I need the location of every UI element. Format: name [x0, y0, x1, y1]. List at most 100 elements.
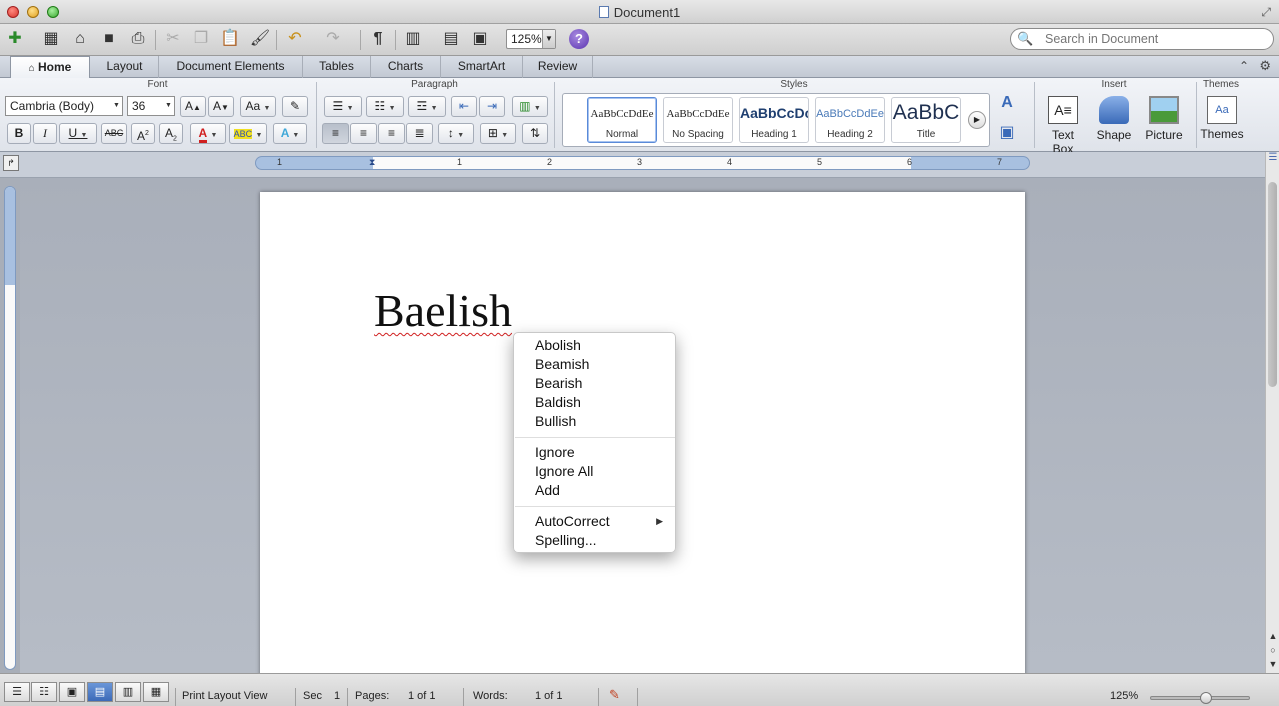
search-box[interactable]: 🔍: [1010, 28, 1274, 50]
print-layout-view-icon[interactable]: ▤: [87, 682, 113, 702]
collapse-ribbon-icon[interactable]: ⌃: [1239, 59, 1249, 73]
suggestion-baldish[interactable]: Baldish: [514, 393, 675, 412]
justify-button[interactable]: ≣: [406, 123, 433, 144]
show-formatting-icon[interactable]: ¶: [367, 28, 389, 50]
increase-indent-button[interactable]: ⇥: [479, 96, 505, 117]
highlight-button[interactable]: ABC ▼: [229, 123, 267, 144]
split-view-icon[interactable]: ☰: [1267, 152, 1279, 164]
add-menu-item[interactable]: Add: [514, 481, 675, 500]
zoom-slider[interactable]: [1150, 692, 1250, 704]
browse-object-icon[interactable]: ○: [1267, 644, 1279, 656]
tab-tables[interactable]: Tables: [303, 56, 371, 78]
save-icon[interactable]: ■: [98, 28, 120, 50]
columns-button[interactable]: ▥ ▼: [512, 96, 548, 117]
font-name-select[interactable]: Cambria (Body) ▼: [5, 96, 123, 116]
styles-pane-icon[interactable]: ▣: [996, 122, 1018, 144]
font-color-button[interactable]: A ▼: [190, 123, 226, 144]
publishing-view-icon[interactable]: ▣: [59, 682, 85, 702]
align-center-button[interactable]: ≡: [350, 123, 377, 144]
tab-smartart[interactable]: SmartArt: [441, 56, 523, 78]
tab-stop-selector[interactable]: ↱: [3, 155, 19, 171]
paste-icon[interactable]: 📋: [219, 28, 241, 50]
change-styles-icon[interactable]: A: [996, 92, 1018, 114]
style-no-spacing[interactable]: AaBbCcDdEe No Spacing: [663, 97, 733, 143]
undo-icon[interactable]: ↶: [284, 28, 306, 50]
text-effects-button[interactable]: A ▼: [273, 123, 307, 144]
redo-icon[interactable]: ↷: [322, 28, 344, 50]
templates-icon[interactable]: ▦: [40, 28, 62, 50]
format-painter-icon[interactable]: 🖌: [249, 28, 271, 50]
text-box-button[interactable]: A≡ Text Box: [1040, 96, 1086, 156]
align-left-button[interactable]: ≡: [322, 123, 349, 144]
tab-charts[interactable]: Charts: [371, 56, 441, 78]
vertical-ruler[interactable]: [4, 186, 16, 670]
open-icon[interactable]: ⌂: [69, 28, 91, 50]
zoom-slider-thumb[interactable]: [1200, 692, 1212, 704]
clear-formatting-button[interactable]: ✎: [282, 96, 308, 117]
font-size-select[interactable]: 36 ▼: [127, 96, 175, 116]
multilevel-list-button[interactable]: ☲ ▼: [408, 96, 446, 117]
suggestion-beamish[interactable]: Beamish: [514, 355, 675, 374]
misspelled-word[interactable]: Baelish: [374, 284, 512, 337]
tab-review[interactable]: Review: [523, 56, 593, 78]
vertical-scrollbar[interactable]: ☰ ▲ ○ ▼: [1265, 152, 1279, 673]
superscript-button[interactable]: A2: [131, 123, 155, 144]
suggestion-abolish[interactable]: Abolish: [514, 336, 675, 355]
focus-view-icon[interactable]: ▦: [143, 682, 169, 702]
suggestion-bearish[interactable]: Bearish: [514, 374, 675, 393]
chevron-down-icon[interactable]: ▼: [111, 97, 122, 115]
bold-button[interactable]: B: [7, 123, 31, 144]
shrink-font-button[interactable]: A▼: [208, 96, 234, 117]
media-browser-icon[interactable]: ▣: [469, 28, 491, 50]
next-page-icon[interactable]: ▼: [1267, 658, 1279, 670]
style-title[interactable]: AaBbC Title: [891, 97, 961, 143]
draft-view-icon[interactable]: ☰: [4, 682, 30, 702]
bullets-button[interactable]: ☰ ▼: [324, 96, 362, 117]
sidebar-icon[interactable]: ▥: [402, 28, 424, 50]
proofing-status-icon[interactable]: ✎: [609, 687, 620, 703]
print-icon[interactable]: ⎙: [127, 28, 149, 50]
notebook-view-icon[interactable]: ▥: [115, 682, 141, 702]
horizontal-ruler[interactable]: 1 ⧗ 1 2 3 4 5 6 7: [255, 156, 1030, 170]
numbering-button[interactable]: ☷ ▼: [366, 96, 404, 117]
autocorrect-menu-item[interactable]: AutoCorrect ▶: [514, 512, 675, 531]
themes-button[interactable]: Aa Themes: [1200, 96, 1244, 146]
search-icon[interactable]: 🔍: [1017, 31, 1033, 47]
suggestion-bullish[interactable]: Bullish: [514, 412, 675, 431]
shape-button[interactable]: Shape: [1094, 96, 1134, 146]
sort-button[interactable]: ⇅: [522, 123, 548, 144]
fullscreen-icon[interactable]: ⤢: [1261, 5, 1271, 20]
decrease-indent-button[interactable]: ⇤: [451, 96, 477, 117]
scrollbar-thumb[interactable]: [1268, 182, 1277, 387]
ignore-all-menu-item[interactable]: Ignore All: [514, 462, 675, 481]
gallery-icon[interactable]: ▤: [440, 28, 462, 50]
copy-icon[interactable]: ❐: [190, 28, 212, 50]
chevron-down-icon[interactable]: ▼: [163, 97, 174, 115]
grow-font-button[interactable]: A▲: [180, 96, 206, 117]
chevron-right-icon[interactable]: ▶: [968, 111, 986, 129]
zoom-select[interactable]: 125% ▼: [506, 29, 556, 49]
tab-document-elements[interactable]: Document Elements: [159, 56, 303, 78]
chevron-down-icon[interactable]: ▼: [542, 30, 555, 48]
previous-page-icon[interactable]: ▲: [1267, 630, 1279, 642]
style-heading-1[interactable]: AaBbCcDc Heading 1: [739, 97, 809, 143]
new-document-icon[interactable]: ✚: [4, 28, 26, 50]
borders-button[interactable]: ⊞ ▼: [480, 123, 516, 144]
picture-button[interactable]: Picture: [1142, 96, 1186, 146]
style-heading-2[interactable]: AaBbCcDdEe Heading 2: [815, 97, 885, 143]
cut-icon[interactable]: ✂: [162, 28, 184, 50]
style-normal[interactable]: AaBbCcDdEe Normal: [587, 97, 657, 143]
change-case-button[interactable]: Aa ▼: [240, 96, 276, 117]
ignore-menu-item[interactable]: Ignore: [514, 443, 675, 462]
align-right-button[interactable]: ≡: [378, 123, 405, 144]
subscript-button[interactable]: A2: [159, 123, 183, 144]
gear-icon[interactable]: ⚙: [1259, 58, 1271, 74]
line-spacing-button[interactable]: ↕ ▼: [438, 123, 474, 144]
search-input[interactable]: [1045, 31, 1265, 47]
tab-home[interactable]: ⌂ Home: [10, 56, 90, 79]
spelling-menu-item[interactable]: Spelling...: [514, 531, 675, 550]
outline-view-icon[interactable]: ☷: [31, 682, 57, 702]
help-icon[interactable]: ?: [569, 29, 589, 49]
first-line-indent-marker[interactable]: ⧗: [369, 157, 375, 168]
underline-button[interactable]: U ▼: [59, 123, 97, 144]
